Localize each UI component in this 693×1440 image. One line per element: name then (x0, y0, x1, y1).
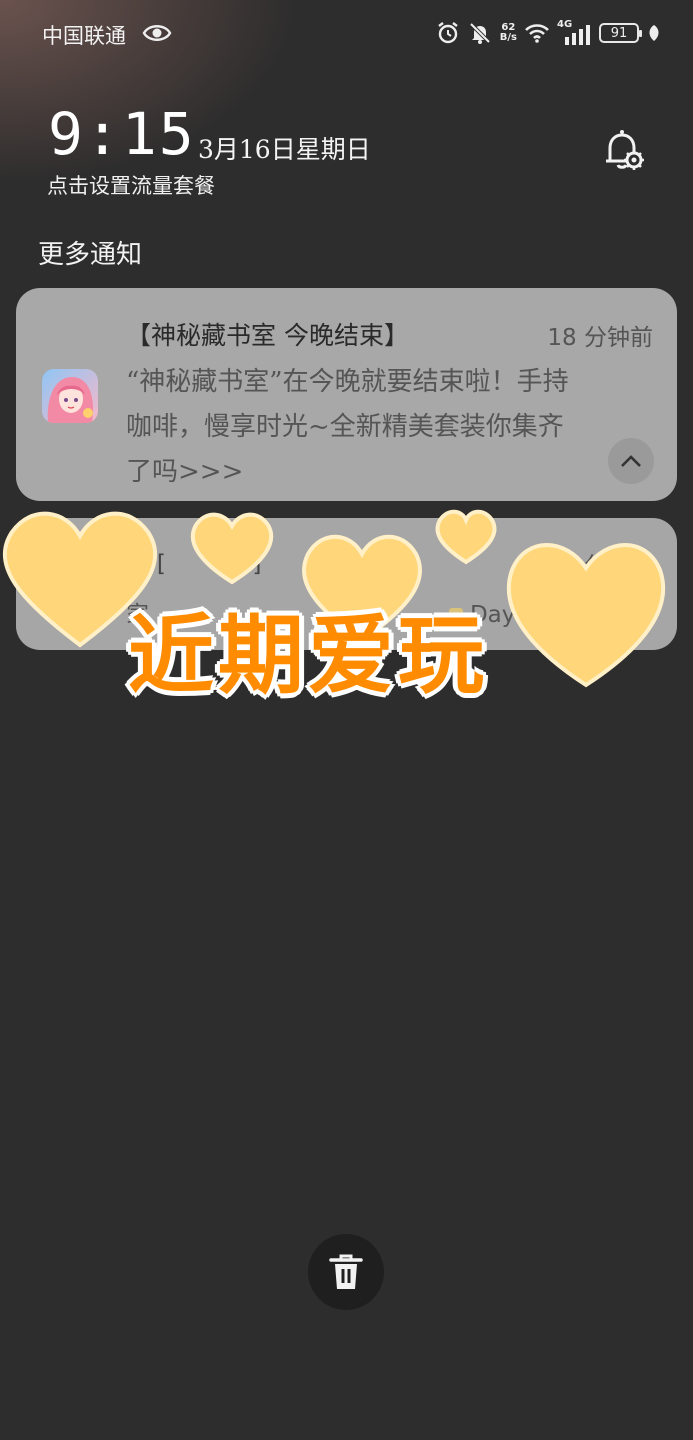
collapse-button[interactable] (608, 438, 654, 484)
notification-time: 18 分钟前 (547, 325, 653, 351)
leaf-icon (649, 25, 659, 41)
clear-notifications-button[interactable] (308, 1234, 384, 1310)
clock-time: 9:15 (48, 100, 196, 168)
chevron-up-icon (621, 455, 641, 467)
cellular-status: 4G (557, 19, 591, 45)
network-speed: 62 B/s (499, 22, 517, 43)
notification-title-partial: er [ ] (126, 551, 262, 577)
status-icons: 62 B/s 4G 91 (436, 18, 661, 48)
notification-title: 【神秘藏书室 今晚结束】 (126, 321, 409, 350)
game-app-icon (42, 369, 98, 423)
notification-body: “神秘藏书室”在今晚就要结束啦！手持咖啡，慢享时光~全新精美套装你集齐了吗>>> (126, 367, 569, 487)
status-bar: 中国联通 62 B/s 4G 91 (0, 0, 693, 66)
trash-icon (329, 1254, 363, 1289)
wifi-icon (525, 24, 549, 43)
carrier-name: 中国联通 (42, 24, 126, 48)
data-plan-link[interactable]: 点击设置流量套餐 (47, 170, 215, 200)
mute-bell-icon (469, 22, 491, 44)
signal-icon (565, 25, 590, 45)
more-notifications-title: 更多通知 (38, 240, 143, 270)
notification-time-partial: 分钟前 (584, 553, 653, 579)
alarm-icon (438, 22, 458, 44)
eye-icon (142, 25, 172, 41)
battery-indicator: 91 (599, 23, 642, 43)
sticker-text: 近期爱玩 (128, 606, 488, 706)
date-label: 3月16日星期日 (198, 135, 371, 164)
bell-settings-icon[interactable] (600, 126, 648, 174)
